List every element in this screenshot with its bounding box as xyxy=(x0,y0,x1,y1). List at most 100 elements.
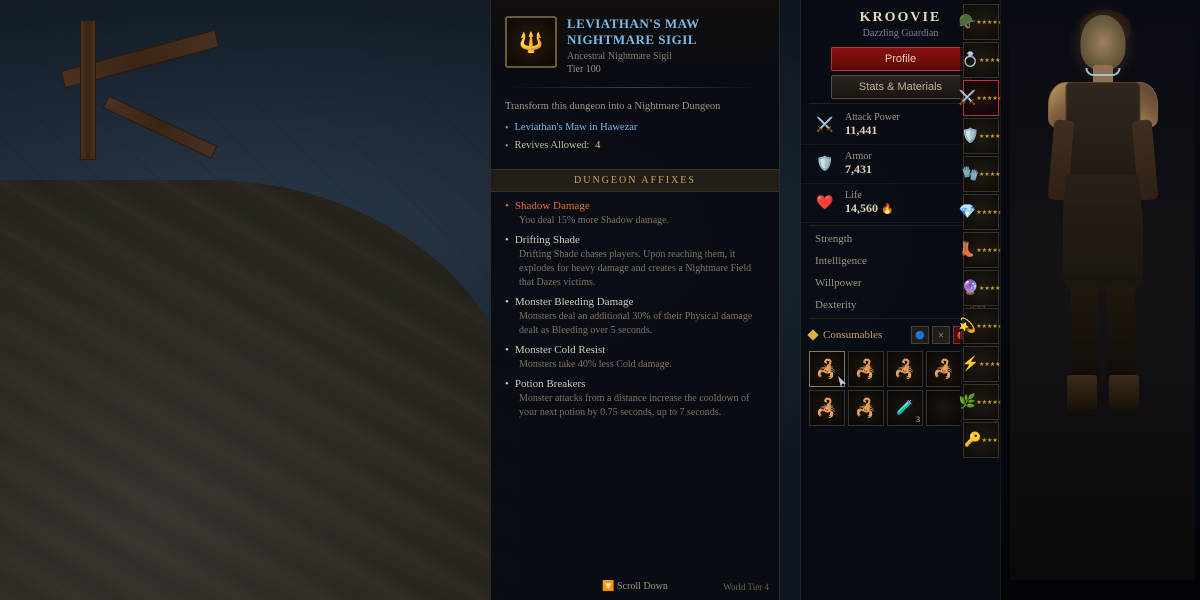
item-type: Ancestral Nightmare Sigil xyxy=(567,51,765,62)
consumables-tool-1[interactable]: 🔵 xyxy=(911,326,929,344)
item-panel: 🔱 LEVIATHAN'S MAW NIGHTMARE SIGIL Ancest… xyxy=(490,0,780,600)
bullet-icon-1: • xyxy=(505,122,509,136)
divider-1 xyxy=(505,87,765,88)
gear-slot-12[interactable]: 🔑★★★ xyxy=(963,422,999,458)
bullet-affix-1: • xyxy=(505,200,509,212)
description-intro: Transform this dungeon into a Nightmare … xyxy=(505,100,765,115)
gear-slot-9[interactable]: 💫★★★★★ xyxy=(963,308,999,344)
gear-slot-10[interactable]: ⚡★★★★ xyxy=(963,346,999,382)
gear-slot-wrap-12: 🔑★★★ xyxy=(963,422,999,458)
char-skirt xyxy=(1063,175,1143,295)
gear-slot-wrap-10: ⚡★★★★ xyxy=(963,346,999,382)
bullet-affix-2: • xyxy=(505,234,509,246)
affix-1-desc: You deal 15% more Shadow damage. xyxy=(505,214,765,228)
wood-beam-v xyxy=(80,20,96,160)
gear-slot-3[interactable]: ⚔️★★★★★ xyxy=(963,80,999,116)
cons-slot-3[interactable]: 🦂 xyxy=(887,351,923,387)
char-head xyxy=(1080,15,1125,70)
cons-slot-9[interactable] xyxy=(926,390,962,426)
char-art xyxy=(1010,0,1195,580)
intelligence-label: Intelligence xyxy=(815,255,867,267)
gear-slot-4[interactable]: 🛡️★★★★ xyxy=(963,118,999,154)
consumables-header: Consumables xyxy=(809,329,882,341)
gear-slot-11[interactable]: 🌿★★★★★ xyxy=(963,384,999,420)
item-tier: Tier 100 xyxy=(567,64,765,75)
gear-slot-5[interactable]: 🧤★★★★ xyxy=(963,156,999,192)
item-name-line1: LEVIATHAN'S MAW xyxy=(567,16,700,31)
affix-section: • Shadow Damage You deal 15% more Shadow… xyxy=(491,196,779,430)
cons-slot-2[interactable]: 🦂 xyxy=(848,351,884,387)
world-tier: World Tier 4 xyxy=(723,582,769,592)
item-description: Transform this dungeon into a Nightmare … xyxy=(491,92,779,165)
affix-3-name: • Monster Bleeding Damage xyxy=(505,296,765,308)
gear-column: 🪖★★★★★ 💍★★★★ ⚔️★★★★★ 🛡️★★★★ 🧤★★★★ 💎★★★★★… xyxy=(960,0,1002,600)
gear-slot-wrap-2: 💍★★★★ xyxy=(963,42,999,78)
char-leg-right xyxy=(1107,285,1135,385)
char-torso xyxy=(1065,82,1140,182)
gear-slot-wrap-5: 🧤★★★★ xyxy=(963,156,999,192)
dexterity-label: Dexterity xyxy=(815,299,857,311)
gear-slot-2[interactable]: 💍★★★★ xyxy=(963,42,999,78)
gear-slot-wrap-11: 🌿★★★★★ xyxy=(963,384,999,420)
cons-slot-4[interactable]: 🦂 xyxy=(926,351,962,387)
ground-texture xyxy=(0,180,520,600)
char-legs xyxy=(1071,285,1135,385)
bullet-text-2: Revives Allowed: 4 xyxy=(515,139,601,154)
strength-label: Strength xyxy=(815,233,852,245)
item-name: LEVIATHAN'S MAW NIGHTMARE SIGIL xyxy=(567,16,765,47)
gear-slot-wrap-9: 💫★★★★★ xyxy=(963,308,999,344)
affix-4-desc: Monsters take 40% less Cold damage. xyxy=(505,358,765,372)
gear-slot-wrap-7: 👢★★★★★ xyxy=(963,232,999,268)
gear-slot-wrap-1: 🪖★★★★★ xyxy=(963,4,999,40)
gear-slot-wrap-4: 🛡️★★★★ xyxy=(963,118,999,154)
bullet-affix-4: • xyxy=(505,344,509,356)
char-boot-left xyxy=(1067,375,1097,410)
cons-slot-1[interactable]: 🦂 xyxy=(809,351,845,387)
affix-2-desc: Drifting Shade chases players. Upon reac… xyxy=(505,248,765,290)
cons-slot-7[interactable]: 🦂 xyxy=(848,390,884,426)
item-header: 🔱 LEVIATHAN'S MAW NIGHTMARE SIGIL Ancest… xyxy=(491,0,779,83)
char-leg-left xyxy=(1071,285,1099,385)
gear-slot-wrap-8: 🔮★★★★ xyxy=(963,270,999,306)
willpower-label: Willpower xyxy=(815,277,862,289)
affix-4-name: • Monster Cold Resist xyxy=(505,344,765,356)
affix-1-name: • Shadow Damage xyxy=(505,200,765,212)
bullet-affix-5: • xyxy=(505,378,509,390)
gear-slot-6[interactable]: 💎★★★★★ xyxy=(963,194,999,230)
armor-icon: 🛡️ xyxy=(813,152,837,176)
char-boot-right xyxy=(1109,375,1139,410)
bullet-affix-3: • xyxy=(505,296,509,308)
life-symbol: 🔥 xyxy=(881,204,893,215)
cons-slot-8[interactable]: 🧪3 xyxy=(887,390,923,426)
bullet-icon-2: • xyxy=(505,140,509,154)
profile-button[interactable]: Profile xyxy=(831,47,971,71)
affix-5-name: • Potion Breakers xyxy=(505,378,765,390)
item-name-line2: NIGHTMARE SIGIL xyxy=(567,32,697,47)
cons-slot-6[interactable]: 🦂 xyxy=(809,390,845,426)
bullet-item-2: • Revives Allowed: 4 xyxy=(505,139,765,154)
gear-slot-wrap-6: 💎★★★★★ xyxy=(963,194,999,230)
bullet-item-1: • Leviathan's Maw in Hawezar xyxy=(505,121,765,136)
affixes-header: DUNGEON AFFIXES xyxy=(491,169,779,192)
item-icon: 🔱 xyxy=(505,16,557,68)
gear-slot-8[interactable]: 🔮★★★★ xyxy=(963,270,999,306)
consumables-diamond-icon xyxy=(807,329,818,340)
affix-3-desc: Monsters deal an additional 30% of their… xyxy=(505,310,765,338)
gear-slot-7[interactable]: 👢★★★★★ xyxy=(963,232,999,268)
consumables-tool-2[interactable]: ✕ xyxy=(932,326,950,344)
scroll-down[interactable]: 🔽 Scroll Down xyxy=(602,581,668,592)
life-icon: ❤️ xyxy=(813,191,837,215)
attack-power-icon: ⚔️ xyxy=(813,113,837,137)
bullet-text-1: Leviathan's Maw in Hawezar xyxy=(515,121,638,136)
stats-materials-button[interactable]: Stats & Materials xyxy=(831,75,971,99)
gear-slot-wrap-3: ⚔️★★★★★ xyxy=(963,80,999,116)
item-title-area: LEVIATHAN'S MAW NIGHTMARE SIGIL Ancestra… xyxy=(567,16,765,75)
wood-beam-d xyxy=(103,95,218,158)
char-model-area xyxy=(1000,0,1200,600)
wood-structure xyxy=(60,20,240,220)
affix-2-name: • Drifting Shade xyxy=(505,234,765,246)
affix-5-desc: Monster attacks from a distance increase… xyxy=(505,392,765,420)
gear-slot-1[interactable]: 🪖★★★★★ xyxy=(963,4,999,40)
char-necklace xyxy=(1085,68,1120,76)
char-boots xyxy=(1067,375,1139,410)
